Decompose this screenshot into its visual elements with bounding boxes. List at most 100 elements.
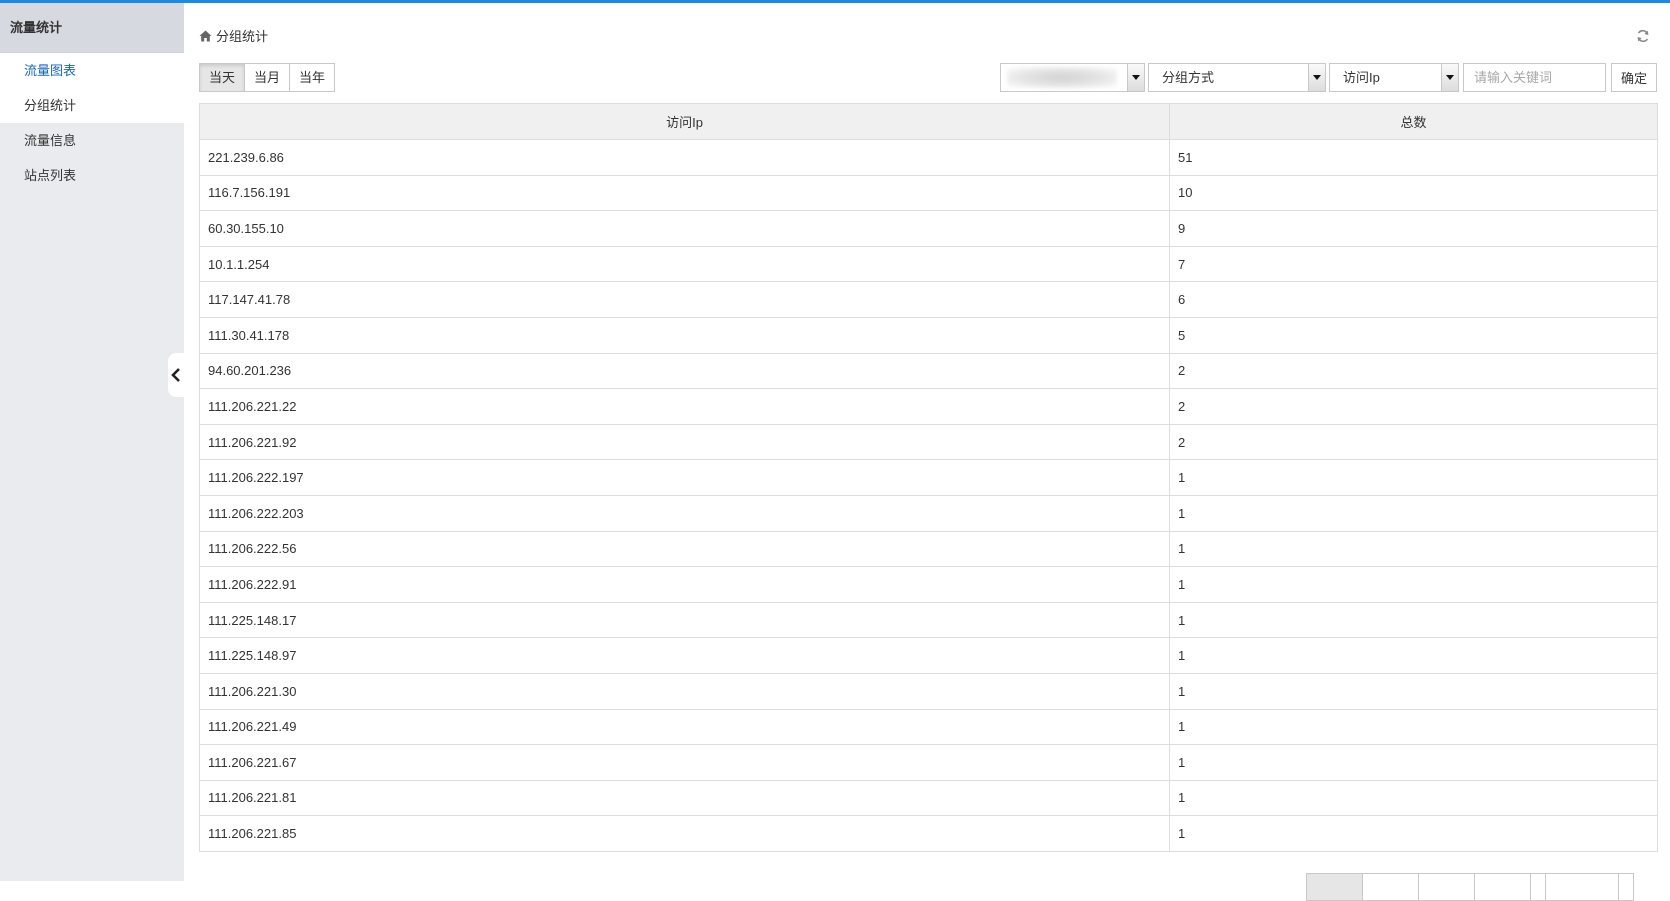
range-year-button[interactable]: 当年 bbox=[289, 63, 336, 92]
cell-ip: 111.206.221.67 bbox=[199, 744, 1170, 781]
table-row: 10.1.1.254 7 bbox=[199, 245, 1658, 283]
cell-total: 1 bbox=[1169, 672, 1658, 710]
page-total bbox=[1545, 873, 1619, 901]
table-row: 111.206.222.203 1 bbox=[199, 494, 1658, 532]
table-row: 221.239.6.86 51 bbox=[199, 139, 1658, 176]
table-body: 221.239.6.86 51 116.7.156.191 10 60.30.155.1… bbox=[199, 139, 1658, 852]
table-row: 111.206.222.91 1 bbox=[199, 566, 1658, 603]
cell-total: 1 bbox=[1169, 708, 1658, 746]
filter-toolbar: 当天 当月 当年 分组方式 访问Ip 确定 bbox=[199, 63, 1659, 93]
cell-total: 2 bbox=[1169, 423, 1658, 461]
table-row: 111.206.221.81 1 bbox=[199, 779, 1658, 817]
column-header-ip: 访问Ip bbox=[199, 103, 1170, 140]
home-icon bbox=[199, 30, 212, 41]
sidebar-collapse-toggle[interactable] bbox=[168, 353, 184, 397]
table-row: 111.30.41.178 5 bbox=[199, 316, 1658, 354]
site-select[interactable] bbox=[1000, 63, 1145, 92]
sidebar: 流量统计 流量图表 分组统计 流量信息 站点列表 bbox=[0, 3, 184, 881]
cell-ip: 60.30.155.10 bbox=[199, 210, 1170, 247]
keyword-search-input[interactable] bbox=[1463, 63, 1606, 92]
page-go-button[interactable] bbox=[1618, 873, 1634, 901]
cell-ip: 111.206.221.92 bbox=[199, 423, 1170, 461]
caret-down-icon bbox=[1313, 75, 1321, 80]
cell-total: 1 bbox=[1169, 744, 1658, 781]
caret-down-icon bbox=[1446, 75, 1454, 80]
table-row: 116.7.156.191 10 bbox=[199, 174, 1658, 212]
column-header-total: 总数 bbox=[1169, 103, 1658, 140]
page-title: 分组统计 bbox=[216, 29, 269, 44]
page-next-button[interactable] bbox=[1418, 873, 1475, 901]
cell-ip: 111.206.221.30 bbox=[199, 672, 1170, 710]
cell-total: 1 bbox=[1169, 494, 1658, 532]
cell-total: 1 bbox=[1169, 815, 1658, 852]
page-last-button[interactable] bbox=[1474, 873, 1531, 901]
cell-ip: 111.206.221.81 bbox=[199, 779, 1170, 817]
site-select-arrow bbox=[1127, 64, 1144, 91]
cell-total: 10 bbox=[1169, 174, 1658, 212]
table-row: 111.206.221.30 1 bbox=[199, 672, 1658, 710]
confirm-button[interactable]: 确定 bbox=[1611, 63, 1657, 92]
cell-total: 2 bbox=[1169, 352, 1658, 390]
table-row: 111.206.222.56 1 bbox=[199, 530, 1658, 568]
table-row: 94.60.201.236 2 bbox=[199, 352, 1658, 390]
cell-total: 1 bbox=[1169, 601, 1658, 639]
table-row: 111.206.221.67 1 bbox=[199, 744, 1658, 781]
sidebar-item-traffic-info[interactable]: 流量信息 bbox=[0, 123, 184, 158]
cell-total: 1 bbox=[1169, 566, 1658, 603]
cell-total: 7 bbox=[1169, 245, 1658, 283]
cell-ip: 10.1.1.254 bbox=[199, 245, 1170, 283]
breadcrumb: 分组统计 bbox=[199, 26, 268, 45]
cell-ip: 221.239.6.86 bbox=[199, 139, 1170, 176]
chevron-left-icon bbox=[171, 368, 180, 382]
cell-total: 1 bbox=[1169, 779, 1658, 817]
page-prev-button[interactable] bbox=[1362, 873, 1419, 901]
cell-ip: 111.206.222.91 bbox=[199, 566, 1170, 603]
cell-ip: 116.7.156.191 bbox=[199, 174, 1170, 212]
table-header-row: 访问Ip 总数 bbox=[199, 103, 1658, 140]
cell-ip: 117.147.41.78 bbox=[199, 281, 1170, 318]
table-row: 111.225.148.17 1 bbox=[199, 601, 1658, 639]
cell-ip: 111.206.221.22 bbox=[199, 388, 1170, 425]
main-content: 分组统计 当天 当月 当年 分组方式 访问Ip 请输入关键词 确定 访问Ip 总… bbox=[199, 3, 1659, 901]
sidebar-item-site-list[interactable]: 站点列表 bbox=[0, 158, 184, 193]
group-method-select[interactable]: 分组方式 bbox=[1148, 63, 1326, 92]
cell-ip: 111.206.221.49 bbox=[199, 708, 1170, 746]
cell-ip: 111.225.148.17 bbox=[199, 601, 1170, 639]
sidebar-item-group-stats[interactable]: 分组统计 bbox=[0, 88, 184, 123]
cell-total: 9 bbox=[1169, 210, 1658, 247]
field-select-value: 访问Ip bbox=[1343, 70, 1380, 85]
table-row: 117.147.41.78 6 bbox=[199, 281, 1658, 318]
cell-ip: 111.206.222.197 bbox=[199, 459, 1170, 496]
pagination bbox=[1306, 873, 1634, 901]
range-month-button[interactable]: 当月 bbox=[244, 63, 291, 92]
field-select-arrow bbox=[1441, 64, 1458, 91]
cell-total: 5 bbox=[1169, 316, 1658, 354]
redacted-value bbox=[1007, 67, 1117, 88]
range-today-button[interactable]: 当天 bbox=[199, 63, 246, 92]
refresh-icon[interactable] bbox=[1636, 29, 1650, 43]
table-row: 111.225.148.97 1 bbox=[199, 637, 1658, 674]
page-jump-input[interactable] bbox=[1530, 873, 1546, 901]
cell-ip: 111.206.221.85 bbox=[199, 815, 1170, 852]
cell-ip: 111.206.222.203 bbox=[199, 494, 1170, 532]
table-row: 111.206.221.49 1 bbox=[199, 708, 1658, 746]
sidebar-item-traffic-chart[interactable]: 流量图表 bbox=[0, 53, 184, 88]
cell-total: 2 bbox=[1169, 388, 1658, 425]
table-row: 111.206.222.197 1 bbox=[199, 459, 1658, 496]
cell-total: 1 bbox=[1169, 459, 1658, 496]
caret-down-icon bbox=[1132, 75, 1140, 80]
cell-ip: 94.60.201.236 bbox=[199, 352, 1170, 390]
field-select[interactable]: 访问Ip bbox=[1329, 63, 1459, 92]
group-method-value: 分组方式 bbox=[1162, 70, 1215, 85]
group-stats-table: 访问Ip 总数 221.239.6.86 51 116.7.156.191 10 60.… bbox=[199, 103, 1658, 852]
table-row: 60.30.155.10 9 bbox=[199, 210, 1658, 247]
date-range-group: 当天 当月 当年 bbox=[199, 63, 336, 92]
cell-ip: 111.206.222.56 bbox=[199, 530, 1170, 568]
table-row: 111.206.221.92 2 bbox=[199, 423, 1658, 461]
sidebar-title: 流量统计 bbox=[0, 3, 184, 53]
table-row: 111.206.221.85 1 bbox=[199, 815, 1658, 852]
cell-total: 1 bbox=[1169, 637, 1658, 674]
cell-ip: 111.225.148.97 bbox=[199, 637, 1170, 674]
page-first-button[interactable] bbox=[1306, 873, 1363, 901]
group-method-arrow bbox=[1308, 64, 1325, 91]
